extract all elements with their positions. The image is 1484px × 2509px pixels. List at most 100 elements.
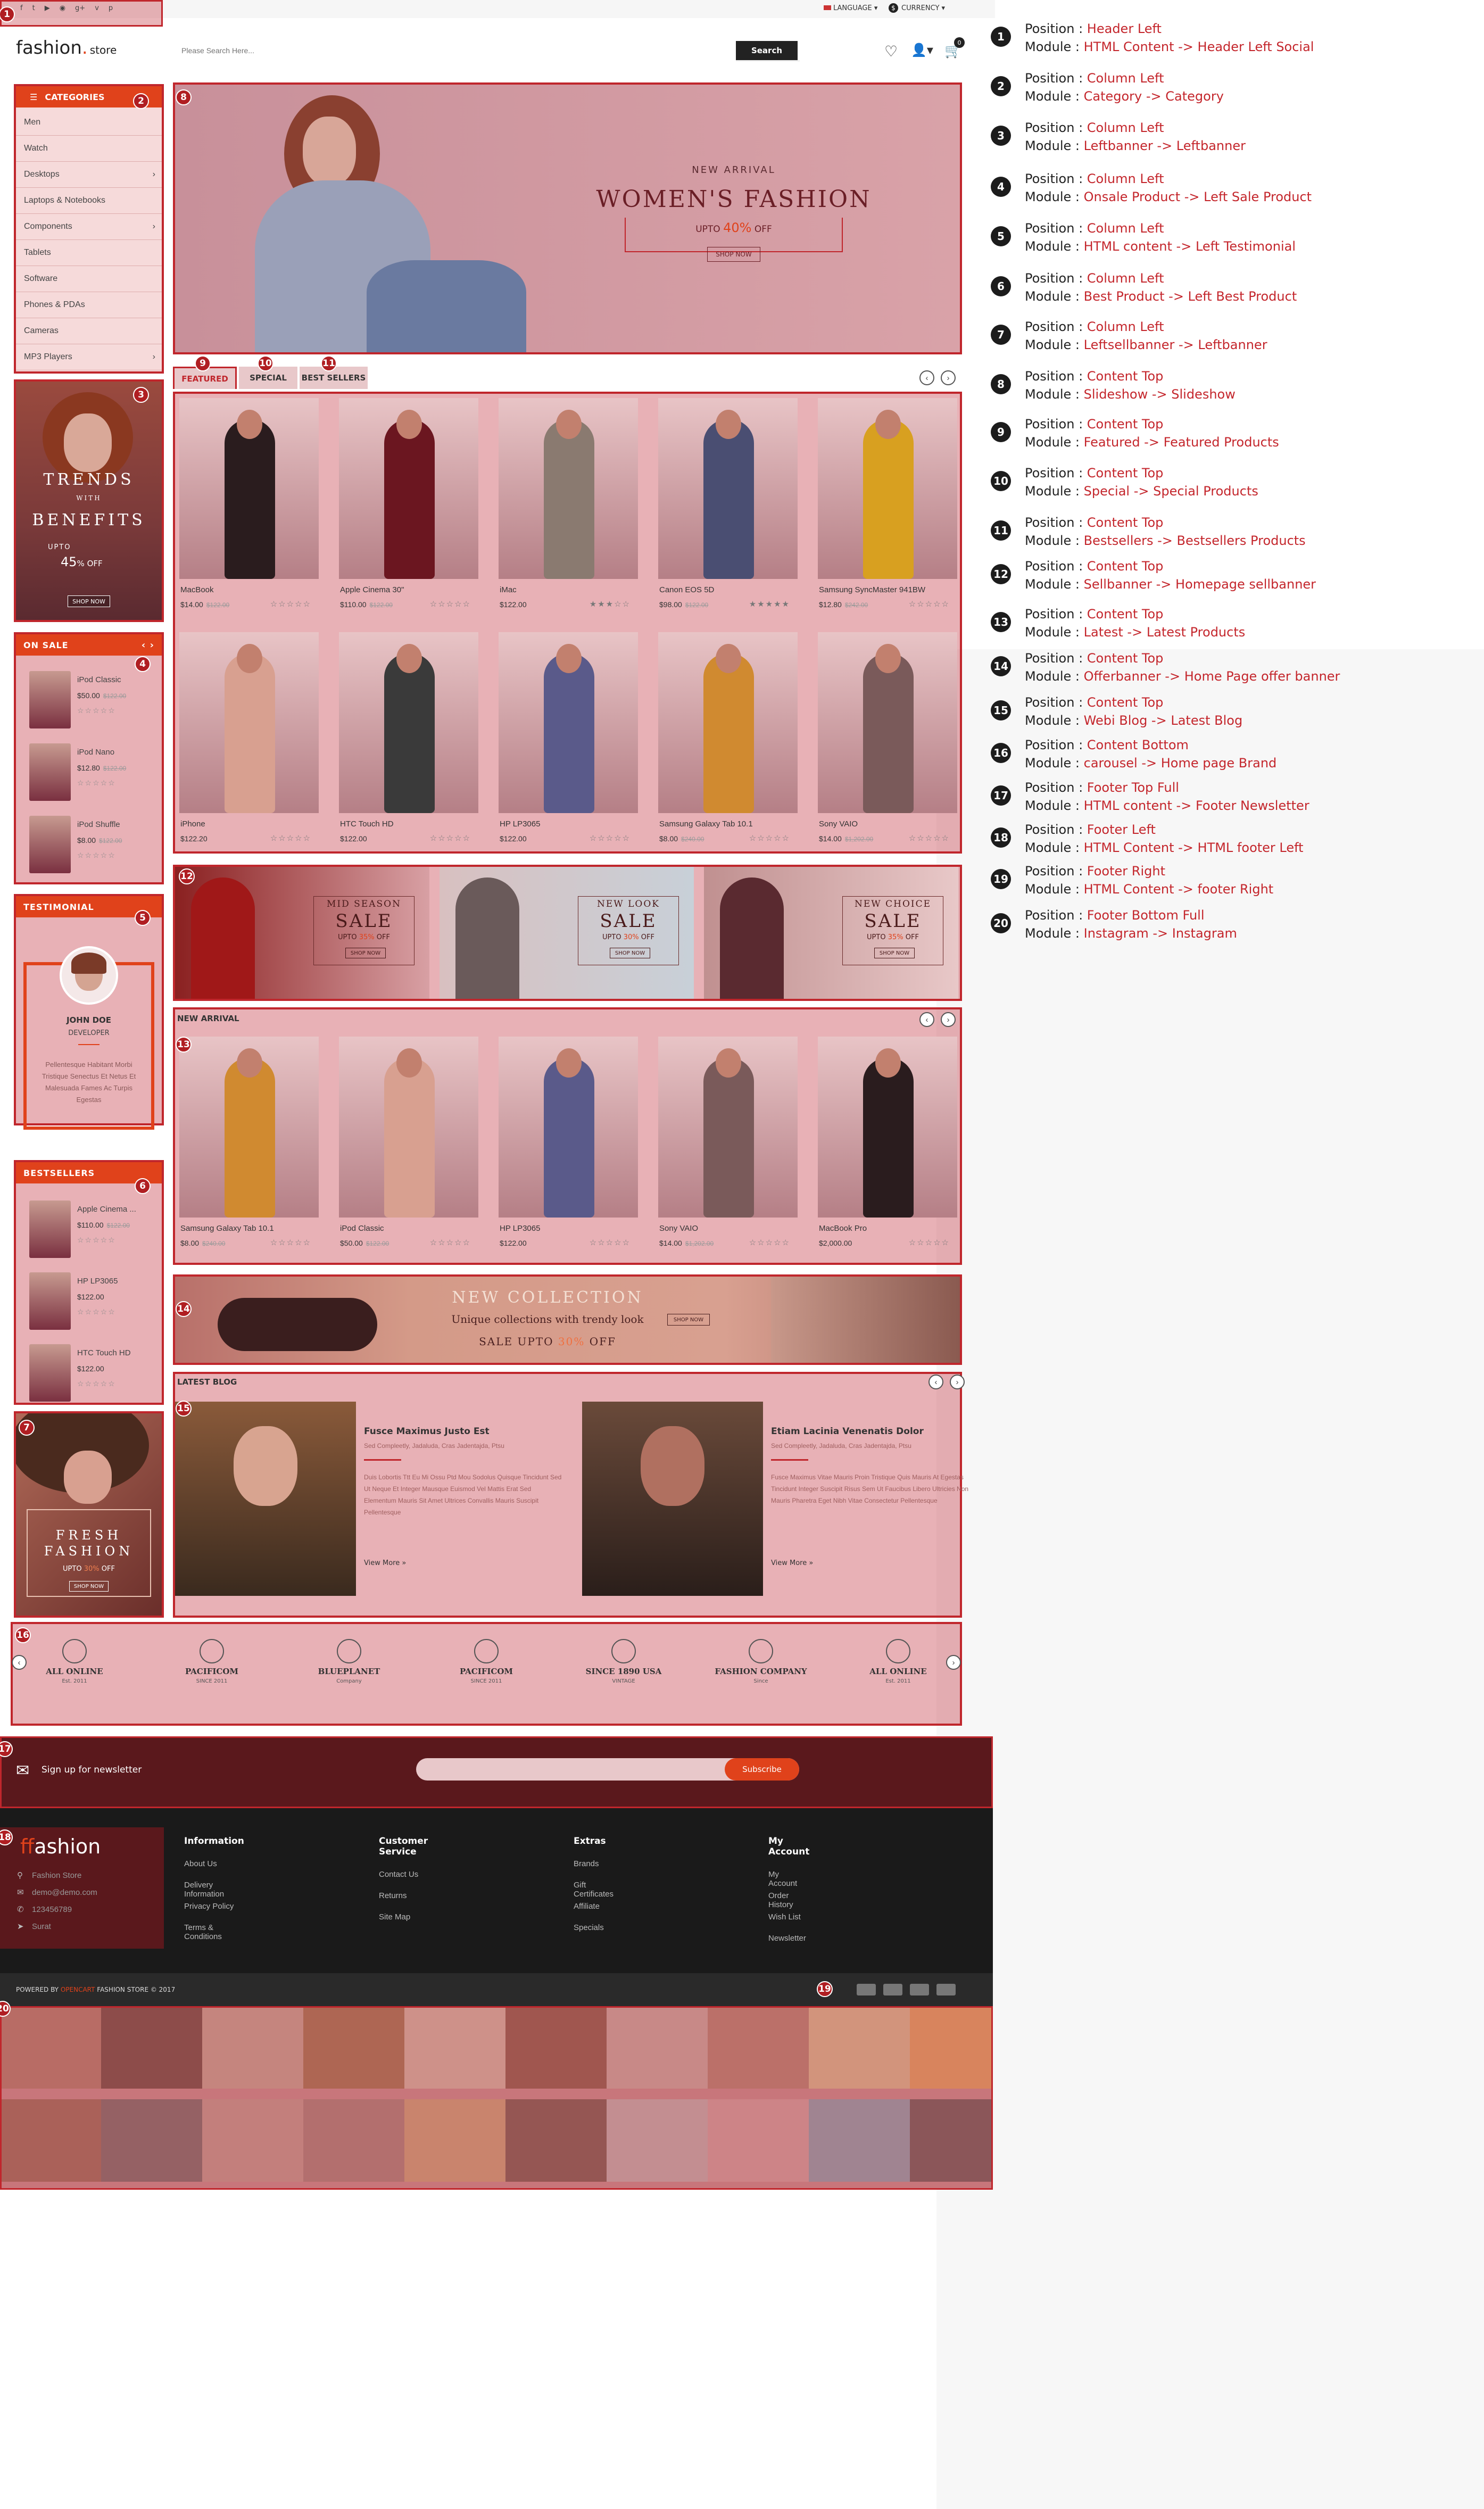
- product-name[interactable]: HP LP3065: [500, 819, 540, 829]
- product-thumbnail[interactable]: [29, 816, 71, 873]
- product-card[interactable]: Canon EOS 5D $98.00 $122.00 ★★★★★: [654, 394, 798, 623]
- category-item[interactable]: Laptops & Notebooks: [16, 188, 162, 214]
- product-card[interactable]: Apple Cinema 30" $110.00 $122.00 ☆☆☆☆☆: [335, 394, 478, 623]
- product-name[interactable]: Apple Cinema 30": [340, 585, 404, 594]
- side-product[interactable]: iPod Nano $12.80 $122.00 ☆☆☆☆☆: [16, 740, 162, 804]
- footer-link[interactable]: Order History: [768, 1891, 809, 1912]
- sell-banner-shop-button[interactable]: SHOP NOW: [610, 948, 650, 958]
- footer-link[interactable]: Site Map: [379, 1912, 428, 1934]
- product-name[interactable]: Samsung Galaxy Tab 10.1: [659, 819, 753, 829]
- left-banner-shop-button[interactable]: SHOP NOW: [68, 595, 110, 607]
- footer-link[interactable]: Wish List: [768, 1912, 809, 1934]
- left-sell-banner-image[interactable]: FRESH FASHION UPTO 30% OFF SHOP NOW: [16, 1413, 162, 1616]
- product-card[interactable]: Sony VAIO $14.00 $1,202.00 ☆☆☆☆☆: [654, 1032, 798, 1261]
- blog-prev-button[interactable]: ‹: [928, 1374, 943, 1389]
- product-name[interactable]: iPod Nano: [77, 748, 114, 757]
- product-name[interactable]: Samsung Galaxy Tab 10.1: [180, 1224, 274, 1233]
- product-image[interactable]: [179, 398, 319, 579]
- offer-banner-image[interactable]: NEW COLLECTION Unique collections with t…: [175, 1277, 960, 1363]
- footer-link[interactable]: Newsletter: [768, 1934, 809, 1955]
- product-thumbnail[interactable]: [29, 743, 71, 801]
- product-name[interactable]: iPhone: [180, 819, 205, 829]
- product-name[interactable]: iPod Shuffle: [77, 820, 120, 829]
- product-image[interactable]: [658, 632, 798, 813]
- footer-link[interactable]: Brands: [574, 1859, 614, 1881]
- product-card[interactable]: iPod Classic $50.00 $122.00 ☆☆☆☆☆: [335, 1032, 478, 1261]
- product-name[interactable]: HP LP3065: [500, 1224, 540, 1233]
- product-card[interactable]: HP LP3065 $122.00 ☆☆☆☆☆: [494, 628, 638, 857]
- side-product[interactable]: HP LP3065 $122.00 ☆☆☆☆☆: [16, 1269, 162, 1333]
- brand-logo[interactable]: PACIFICOM SINCE 2011: [159, 1639, 265, 1703]
- footer-link[interactable]: Returns: [379, 1891, 428, 1912]
- blog-view-more-link[interactable]: View More »: [771, 1559, 813, 1567]
- product-name[interactable]: Apple Cinema ...: [77, 1205, 136, 1214]
- product-image[interactable]: [818, 632, 957, 813]
- product-thumbnail[interactable]: [29, 1344, 71, 1402]
- category-item[interactable]: Software: [16, 266, 162, 292]
- product-image[interactable]: [339, 1037, 478, 1218]
- sell-banner[interactable]: MID SEASON SALE UPTO 35% OFF SHOP NOW: [175, 867, 429, 999]
- brand-logo[interactable]: BLUEPLANET Company: [296, 1639, 402, 1703]
- brand-logo[interactable]: SINCE 1890 USA VINTAGE: [570, 1639, 677, 1703]
- slideshow-image[interactable]: NEW ARRIVAL WOMEN'S FASHION UPTO 40% OFF…: [175, 85, 960, 352]
- category-item[interactable]: Phones & PDAs: [16, 292, 162, 318]
- sell-banner[interactable]: NEW CHOICE SALE UPTO 35% OFF SHOP NOW: [704, 867, 958, 999]
- product-image[interactable]: [658, 398, 798, 579]
- product-name[interactable]: HTC Touch HD: [77, 1348, 131, 1357]
- search-button[interactable]: Search: [736, 41, 798, 60]
- product-card[interactable]: iMac $122.00 ★★★☆☆: [494, 394, 638, 623]
- side-product[interactable]: iPod Shuffle $8.00 $122.00 ☆☆☆☆☆: [16, 813, 162, 876]
- featured-next-button[interactable]: ›: [941, 370, 956, 385]
- wishlist-icon[interactable]: ♡: [884, 43, 898, 60]
- product-name[interactable]: iPod Classic: [77, 675, 121, 684]
- blog-view-more-link[interactable]: View More »: [364, 1559, 406, 1567]
- left-sell-banner-shop-button[interactable]: SHOP NOW: [69, 1581, 109, 1592]
- pinterest-icon[interactable]: p: [109, 4, 113, 15]
- side-product[interactable]: iPod Classic $50.00 $122.00 ☆☆☆☆☆: [16, 668, 162, 732]
- brand-logo[interactable]: ALL ONLINE Est. 2011: [845, 1639, 951, 1703]
- side-product[interactable]: HTC Touch HD $122.00 ☆☆☆☆☆: [16, 1341, 162, 1405]
- blog-next-button[interactable]: ›: [950, 1374, 965, 1389]
- product-image[interactable]: [818, 398, 957, 579]
- product-thumbnail[interactable]: [29, 1272, 71, 1330]
- offer-shop-button[interactable]: SHOP NOW: [667, 1314, 710, 1326]
- vimeo-icon[interactable]: v: [95, 4, 99, 15]
- blog-post-title[interactable]: Fusce Maximus Justo Est: [364, 1426, 490, 1437]
- category-item[interactable]: Watch: [16, 136, 162, 162]
- product-card[interactable]: HP LP3065 $122.00 ☆☆☆☆☆: [494, 1032, 638, 1261]
- brand-logo[interactable]: PACIFICOM SINCE 2011: [433, 1639, 540, 1703]
- product-name[interactable]: HP LP3065: [77, 1277, 118, 1286]
- footer-link[interactable]: Specials: [574, 1923, 614, 1944]
- newsletter-subscribe-button[interactable]: Subscribe: [725, 1758, 799, 1781]
- product-image[interactable]: [818, 1037, 957, 1218]
- currency-selector[interactable]: $ CURRENCY ▾: [889, 3, 945, 13]
- footer-link[interactable]: My Account: [768, 1870, 809, 1891]
- product-name[interactable]: iMac: [500, 585, 517, 594]
- featured-prev-button[interactable]: ‹: [919, 370, 934, 385]
- category-item[interactable]: Desktops ›: [16, 162, 162, 188]
- product-image[interactable]: [179, 632, 319, 813]
- sell-banner-shop-button[interactable]: SHOP NOW: [874, 948, 915, 958]
- rss-icon[interactable]: ◉: [60, 4, 65, 15]
- product-thumbnail[interactable]: [29, 1200, 71, 1258]
- product-name[interactable]: MacBook Pro: [819, 1224, 867, 1233]
- product-card[interactable]: Sony VAIO $14.00 $1,202.00 ☆☆☆☆☆: [814, 628, 957, 857]
- blog-post-title[interactable]: Etiam Lacinia Venenatis Dolor: [771, 1426, 924, 1437]
- language-selector[interactable]: LANGUAGE ▾: [824, 4, 877, 12]
- category-item[interactable]: Tablets: [16, 240, 162, 266]
- sell-banner[interactable]: NEW LOOK SALE UPTO 30% OFF SHOP NOW: [440, 867, 694, 999]
- product-image[interactable]: [179, 1037, 319, 1218]
- tab-best-sellers[interactable]: BEST SELLERS: [300, 367, 368, 389]
- product-image[interactable]: [658, 1037, 798, 1218]
- product-image[interactable]: [499, 632, 638, 813]
- footer-link[interactable]: Contact Us: [379, 1870, 428, 1891]
- category-item[interactable]: MP3 Players ›: [16, 344, 162, 370]
- logo[interactable]: fashion. store: [16, 37, 117, 59]
- new-arrival-prev-button[interactable]: ‹: [919, 1012, 934, 1027]
- side-product[interactable]: Apple Cinema ... $110.00 $122.00 ☆☆☆☆☆: [16, 1197, 162, 1261]
- product-image[interactable]: [339, 398, 478, 579]
- footer-link[interactable]: Affiliate: [574, 1902, 614, 1923]
- product-card[interactable]: MacBook $14.00 $122.00 ☆☆☆☆☆: [175, 394, 319, 623]
- on-sale-nav[interactable]: ‹ ›: [142, 640, 154, 651]
- sell-banner-shop-button[interactable]: SHOP NOW: [345, 948, 386, 958]
